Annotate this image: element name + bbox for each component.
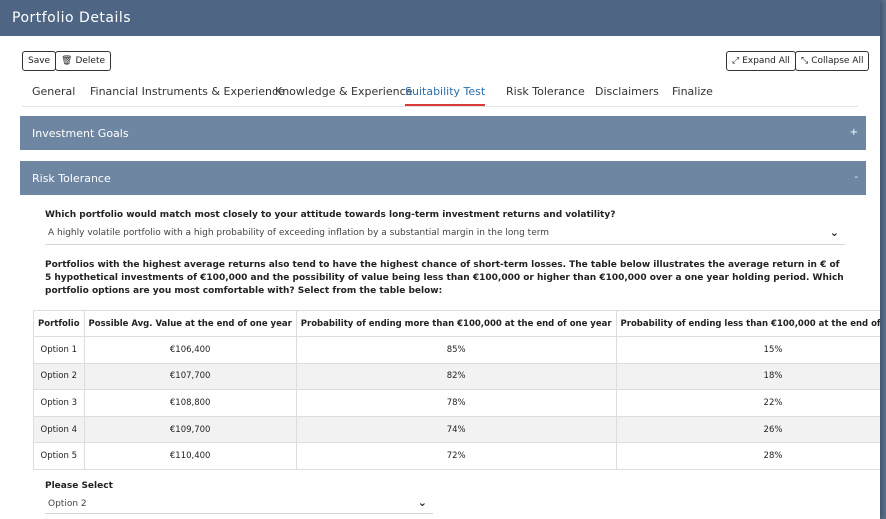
table-cell: 74% — [295, 415, 617, 444]
toolbar: Save 🗑 Delete ⤢ Expand All ⤡ Collapse All — [0, 51, 880, 75]
table-cell: Option 1 — [33, 336, 85, 364]
table-cell: 18% — [615, 362, 880, 391]
expand-all-label: Expand All — [742, 56, 790, 66]
risk-tolerance-content: Which portfolio would match most closely… — [45, 210, 845, 298]
collapse-icon: ⤡ — [801, 56, 809, 66]
table-cell: Option 3 — [33, 389, 85, 417]
chevron-down-icon: ⌄ — [417, 496, 427, 509]
table-row[interactable]: Option 4 €109,700 74% 26% — [33, 415, 880, 444]
tab-knowledge-experience[interactable]: Knowledge & Experience — [275, 85, 412, 98]
tab-suitability-test[interactable]: Suitability Test — [405, 85, 486, 106]
table-cell: €109,700 — [83, 415, 297, 444]
chevron-down-icon: ⌄ — [829, 226, 839, 239]
table-row[interactable]: Option 2 €107,700 82% 18% — [33, 362, 880, 391]
portfolio-options-table: Portfolio Possible Avg. Value at the end… — [33, 310, 880, 470]
panel-risk-tolerance[interactable]: Risk Tolerance - — [20, 161, 866, 195]
table-cell: 72% — [295, 442, 617, 470]
table-cell: 26% — [615, 415, 880, 444]
table-cell: 82% — [295, 362, 617, 391]
table-row[interactable]: Option 3 €108,800 78% 22% — [33, 389, 880, 417]
tab-bar: General Financial Instruments & Experien… — [22, 81, 858, 107]
column-header: Possible Avg. Value at the end of one ye… — [83, 310, 297, 337]
expand-sign: + — [849, 127, 858, 138]
collapse-all-label: Collapse All — [811, 56, 864, 66]
trash-icon: 🗑 — [61, 56, 73, 66]
table-row[interactable]: Option 1 €106,400 85% 15% — [33, 336, 880, 364]
tab-risk-tolerance[interactable]: Risk Tolerance — [506, 85, 585, 98]
table-cell: Option 2 — [33, 362, 85, 391]
expand-icon: ⤢ — [732, 56, 740, 66]
table-cell: Option 4 — [33, 415, 85, 444]
table-cell: 22% — [615, 389, 880, 417]
table-header-row: Portfolio Possible Avg. Value at the end… — [33, 310, 880, 337]
panel-title: Investment Goals — [32, 127, 129, 140]
tab-finalize[interactable]: Finalize — [672, 85, 713, 98]
table-cell: 15% — [615, 336, 880, 364]
table-cell: €106,400 — [83, 336, 297, 364]
save-label: Save — [28, 56, 51, 66]
collapse-sign: - — [854, 172, 858, 183]
table-cell: 78% — [295, 389, 617, 417]
table-cell: €110,400 — [83, 442, 297, 470]
please-select-label: Please Select — [45, 481, 113, 491]
table-cell: 85% — [295, 336, 617, 364]
tab-financial-instruments[interactable]: Financial Instruments & Experience — [90, 85, 285, 98]
table-row[interactable]: Option 5 €110,400 72% 28% — [33, 442, 880, 470]
portfolio-option-value: Option 2 — [48, 499, 87, 509]
save-button[interactable]: Save — [22, 51, 57, 71]
tab-general[interactable]: General — [32, 85, 75, 98]
question-2-text: Portfolios with the highest average retu… — [45, 260, 844, 296]
question-1-select[interactable]: A highly volatile portfolio with a high … — [45, 225, 845, 245]
question-1-text: Which portfolio would match most closely… — [45, 210, 616, 220]
portfolio-option-select[interactable]: Option 2 ⌄ — [45, 494, 433, 514]
table-cell: 28% — [615, 442, 880, 470]
tab-disclaimers[interactable]: Disclaimers — [595, 85, 659, 98]
delete-button[interactable]: 🗑 Delete — [55, 51, 112, 71]
question-1-value: A highly volatile portfolio with a high … — [48, 228, 550, 238]
panel-investment-goals[interactable]: Investment Goals + — [20, 116, 866, 150]
delete-label: Delete — [75, 56, 106, 66]
dialog-title: Portfolio Details — [0, 0, 880, 36]
column-header: Probability of ending less than €100,000… — [615, 310, 880, 337]
expand-all-button[interactable]: ⤢ Expand All — [726, 51, 796, 71]
column-header: Probability of ending more than €100,000… — [295, 310, 617, 337]
table-cell: €107,700 — [83, 362, 297, 391]
table-cell: €108,800 — [83, 389, 297, 417]
portfolio-details-dialog: Portfolio Details Save 🗑 Delete ⤢ Expand A… — [0, 0, 880, 519]
column-header: Portfolio — [33, 310, 85, 337]
table-cell: Option 5 — [33, 442, 85, 470]
panel-title: Risk Tolerance — [32, 172, 111, 185]
collapse-all-button[interactable]: ⤡ Collapse All — [795, 51, 870, 71]
